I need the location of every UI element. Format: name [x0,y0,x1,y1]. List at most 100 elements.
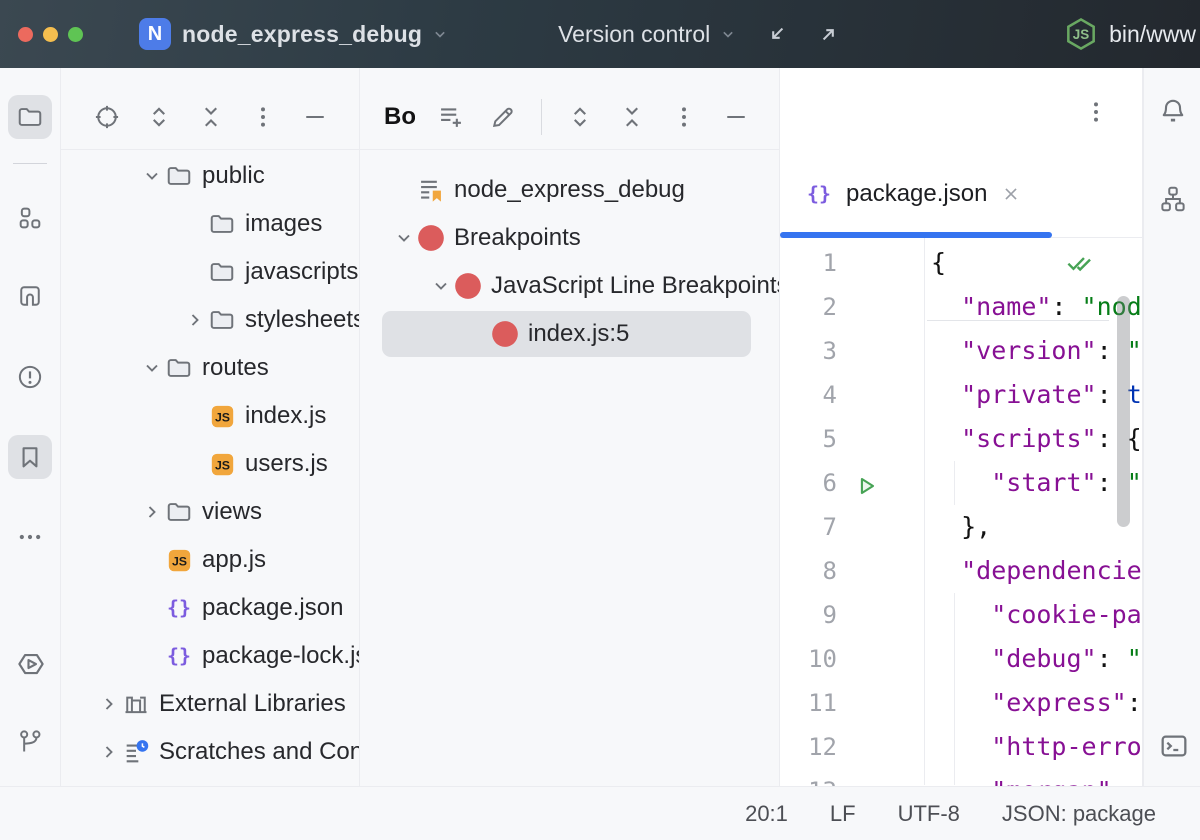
line-number: 8 [780,549,837,593]
collapse-all-icon[interactable] [618,103,646,131]
tree-row-views[interactable]: views [61,488,359,536]
kebab-icon[interactable] [1082,98,1110,126]
code-token [931,600,991,629]
ellipsis-icon[interactable] [16,523,44,551]
project-panel-header [61,68,359,150]
hide-icon[interactable] [722,103,750,131]
code-editor[interactable]: 12345678910111213 { "name": "node_expres… [780,238,1142,785]
chevron-right-icon[interactable] [182,307,208,333]
notebook-icon[interactable] [16,282,44,310]
nodejs-hexagon-icon: JS [1062,15,1100,53]
tree-row-external-libraries[interactable]: External Libraries [61,680,359,728]
bookmarks-panel-header: Bookmarks [360,68,779,150]
hexagon-play-icon[interactable] [16,649,44,677]
chevron-right-icon[interactable] [139,499,165,525]
tree-row-app-js[interactable]: JSapp.js [61,536,359,584]
update-project-button[interactable] [764,21,790,47]
tree-row-node-express-debug[interactable]: node_express_debug [360,166,779,214]
warning-circle-icon[interactable] [16,363,44,391]
tree-item-label: public [202,162,265,190]
squares-icon[interactable] [16,204,44,232]
status-widget-file-type[interactable]: JSON: package [1002,801,1156,827]
main-area: public imagesjavascriptsstylesheetsroutes… [0,68,1200,786]
tree-row-package-lock-json[interactable]: {}package-lock.json [61,632,359,680]
terminal-icon[interactable] [1158,730,1188,760]
folder-icon [165,354,193,382]
line-number: 6 [780,461,837,505]
tree-row-routes[interactable]: routes [61,344,359,392]
add-bookmark-icon[interactable] [437,103,465,131]
svg-text:JS: JS [214,458,229,472]
code-line: "http-errors": "~1.6.3", [931,725,1142,769]
tree-row-breakpoints[interactable]: Breakpoints [360,214,779,262]
code-line: "debug": "~2.6.9", [931,637,1142,681]
close-window-button[interactable] [18,27,33,42]
push-button[interactable] [816,21,842,47]
zoom-window-button[interactable] [68,27,83,42]
status-bar: 20:1 LF UTF-8 JSON: package [0,786,1200,840]
tab-package-json[interactable]: {} package.json [780,150,1052,237]
tree-row-package-json[interactable]: {}package.json [61,584,359,632]
run-configuration-name: bin/www [1109,21,1196,48]
kebab-icon[interactable] [249,103,277,131]
tree-row-users-js[interactable]: JSusers.js [61,440,359,488]
tree-row-index-js-5[interactable]: index.js:5 [360,310,779,358]
editor-gutter[interactable]: 12345678910111213 [780,241,837,786]
code-line: { [931,241,1142,285]
git-branch-icon[interactable] [16,728,44,756]
tree-row-javascript-line-breakpoints[interactable]: JavaScript Line Breakpoints [360,262,779,310]
expand-all-icon[interactable] [145,103,173,131]
status-widget-caret-position[interactable]: 20:1 [745,801,788,827]
chevron-down-icon[interactable] [139,355,165,381]
chevron-down-icon[interactable] [391,225,417,251]
expand-all-icon[interactable] [566,103,594,131]
tree-row-images[interactable]: images [61,200,359,248]
crosshair-icon[interactable] [93,103,121,131]
tab-label: package.json [846,180,987,208]
close-icon[interactable] [1000,183,1022,205]
chevron-spacer [391,177,417,203]
tree-row-index-js[interactable]: JSindex.js [61,392,359,440]
editor-area: {} package.json 12345678910111213 { "nam… [780,68,1143,786]
code-token: "version" [961,336,1096,365]
edit-icon[interactable] [489,103,517,131]
vcs-widget[interactable]: Version control [558,21,738,48]
line-number: 13 [780,769,837,786]
folder-icon [165,498,193,526]
svg-text:JS: JS [214,410,229,424]
library-icon [122,690,150,718]
kebab-icon[interactable] [670,103,698,131]
status-widget-encoding[interactable]: UTF-8 [898,801,960,827]
editor-scrollbar[interactable] [1117,296,1130,527]
collapse-all-icon[interactable] [197,103,225,131]
code-line: "dependencies": { [931,549,1142,593]
tree-row-stylesheets[interactable]: stylesheets [61,296,359,344]
project-widget[interactable]: N node_express_debug [139,18,450,50]
bell-icon[interactable] [1158,96,1188,126]
folder-icon[interactable] [16,103,44,131]
hierarchy-icon[interactable] [1158,184,1188,214]
chevron-right-icon[interactable] [96,739,122,765]
run-configuration-widget[interactable]: JS bin/www [1062,15,1200,53]
code-token: "dependencies" [961,556,1142,585]
chevron-down-icon[interactable] [428,273,454,299]
double-check-icon[interactable] [1062,246,1096,280]
indent-guide [954,593,955,785]
hide-icon[interactable] [301,103,329,131]
chevron-right-icon[interactable] [96,691,122,717]
breakpoint-icon [417,224,445,252]
code-token: "cookie-parser" [991,600,1142,629]
tree-row-javascripts[interactable]: javascripts [61,248,359,296]
code-token: }, [931,512,991,541]
minimize-window-button[interactable] [43,27,58,42]
tree-row-scratches-and-consoles[interactable]: Scratches and Consoles [61,728,359,776]
bookmark-icon[interactable] [16,443,44,471]
status-widget-line-separator[interactable]: LF [830,801,856,827]
tree-row-public[interactable]: public [61,152,359,200]
chevron-down-icon[interactable] [139,163,165,189]
chevron-spacer [182,451,208,477]
folder-icon [208,210,236,238]
run-script-icon[interactable] [852,472,880,500]
tree-item-label: node_express_debug [454,176,685,204]
scratches-icon [122,738,150,766]
